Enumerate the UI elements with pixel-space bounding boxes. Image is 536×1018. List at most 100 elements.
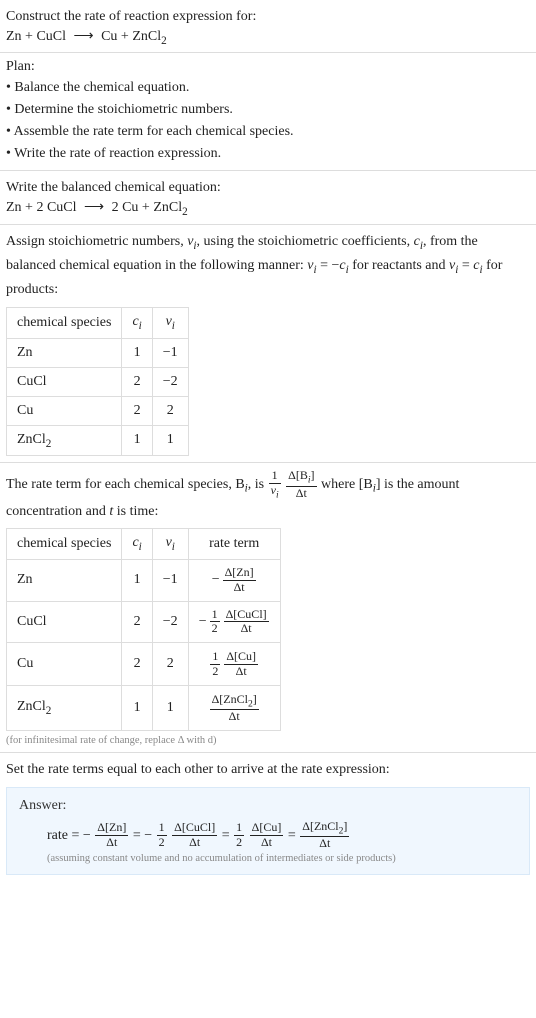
subscript: 2 xyxy=(46,705,52,717)
balanced-lhs: Zn + 2 CuCl xyxy=(6,200,77,215)
assign-paragraph: Assign stoichiometric numbers, νi, using… xyxy=(6,231,530,301)
section-plan: Plan: • Balance the chemical equation. •… xyxy=(0,53,536,171)
cell-nu: 1 xyxy=(152,685,188,730)
fraction: 1 2 xyxy=(156,821,168,850)
rate-paragraph: The rate term for each chemical species,… xyxy=(6,469,530,522)
subscript: 2 xyxy=(161,34,167,46)
section-stoich: Assign stoichiometric numbers, νi, using… xyxy=(0,225,536,464)
cell-species: ZnCl2 xyxy=(7,685,122,730)
subscript: i xyxy=(172,320,175,332)
sign: − xyxy=(144,828,152,843)
fraction: Δ[Cu] Δt xyxy=(223,650,259,679)
fraction: Δ[Bi] Δt xyxy=(285,469,317,500)
plan-item: • Write the rate of reaction expression. xyxy=(6,143,530,165)
text: ] xyxy=(253,692,257,706)
text: The rate term for each chemical species,… xyxy=(6,477,245,492)
frac-den: Δt xyxy=(286,487,316,501)
plan-item-text: Write the rate of reaction expression. xyxy=(14,146,221,161)
cell-nu: −1 xyxy=(152,338,188,367)
table-row: Zn 1 −1 − Δ[Zn] Δt xyxy=(7,560,281,602)
col-rate-term: rate term xyxy=(188,529,280,560)
plan-item: • Assemble the rate term for each chemic… xyxy=(6,121,530,143)
fraction: Δ[CuCl] Δt xyxy=(171,821,218,850)
fraction: 1 νi xyxy=(268,469,282,500)
balanced-rhs-text: 2 Cu + ZnCl xyxy=(112,200,183,215)
answer-box: Answer: rate = − Δ[Zn] Δt = − 1 2 Δ[CuCl… xyxy=(6,787,530,875)
section-final: Set the rate terms equal to each other t… xyxy=(0,753,536,881)
plan-item: • Determine the stoichiometric numbers. xyxy=(6,99,530,121)
cell-c: 1 xyxy=(122,425,152,456)
cell-c: 2 xyxy=(122,367,152,396)
frac-num: Δ[Cu] xyxy=(224,650,258,665)
frac-num: Δ[Bi] xyxy=(286,469,316,486)
infinitesimal-note: (for infinitesimal rate of change, repla… xyxy=(6,735,530,746)
frac-den: Δt xyxy=(300,837,349,851)
balanced-rhs: 2 Cu + ZnCl2 xyxy=(112,200,188,215)
frac-den: Δt xyxy=(210,710,259,724)
frac-num: 1 xyxy=(269,469,281,484)
unbalanced-rhs: Cu + ZnCl2 xyxy=(101,29,167,44)
frac-num: 1 xyxy=(210,650,220,665)
table-header-row: chemical species ci νi xyxy=(7,307,189,338)
rate-table: chemical species ci νi rate term Zn 1 −1… xyxy=(6,528,281,731)
cell-c: 2 xyxy=(122,643,152,686)
plan-title: Plan: xyxy=(6,59,530,75)
frac-den: Δt xyxy=(224,665,258,679)
cell-species: Cu xyxy=(7,643,122,686)
sign: − xyxy=(212,572,220,588)
cell-c: 1 xyxy=(122,338,152,367)
text: is time: xyxy=(113,504,158,519)
text: for reactants and xyxy=(349,258,449,273)
frac-den: Δt xyxy=(250,836,284,850)
frac-den: 2 xyxy=(234,836,244,850)
fraction: 1 2 xyxy=(209,650,221,679)
table-row: Zn 1 −1 xyxy=(7,338,189,367)
frac-num: Δ[Zn] xyxy=(95,821,128,836)
cell-c: 2 xyxy=(122,601,152,643)
subscript: 2 xyxy=(182,206,188,218)
cell-rate-term: Δ[ZnCl2] Δt xyxy=(188,685,280,730)
table-row: ZnCl2 1 1 xyxy=(7,425,189,456)
frac-den: Δt xyxy=(95,836,128,850)
fraction: Δ[ZnCl2] Δt xyxy=(299,820,350,851)
cell-species: CuCl xyxy=(7,367,122,396)
subscript: i xyxy=(139,541,142,553)
rate-term: 1 2 Δ[Cu] Δt xyxy=(209,650,259,679)
cell-species: Cu xyxy=(7,396,122,425)
unbalanced-lhs: Zn + CuCl xyxy=(6,29,66,44)
fraction: 1 2 xyxy=(233,821,245,850)
answer-title: Answer: xyxy=(19,798,517,814)
cell-nu: 2 xyxy=(152,643,188,686)
arrow-icon: ⟶ xyxy=(80,200,108,215)
text: Δ[ZnCl xyxy=(302,819,338,833)
subscript: 2 xyxy=(46,437,52,449)
cell-rate-term: 1 2 Δ[Cu] Δt xyxy=(188,643,280,686)
frac-den: 2 xyxy=(210,665,220,679)
text: rate = − xyxy=(47,828,91,843)
col-nu: νi xyxy=(152,307,188,338)
rate-term: − Δ[Zn] Δt xyxy=(212,566,257,595)
sign: − xyxy=(199,614,207,630)
text: ] xyxy=(311,468,315,482)
unbalanced-equation: Zn + CuCl ⟶ Cu + ZnCl2 xyxy=(6,28,530,47)
frac-den: 2 xyxy=(210,622,220,636)
table-header-row: chemical species ci νi rate term xyxy=(7,529,281,560)
frac-den: Δt xyxy=(223,581,256,595)
text: ] xyxy=(343,819,347,833)
text: , is xyxy=(248,477,268,492)
table-row: ZnCl2 1 1 Δ[ZnCl2] Δt xyxy=(7,685,281,730)
cell-species: Zn xyxy=(7,560,122,602)
frac-num: Δ[Zn] xyxy=(223,566,256,581)
text: = − xyxy=(317,258,340,273)
frac-den: Δt xyxy=(172,836,217,850)
cell-nu: −1 xyxy=(152,560,188,602)
frac-num: Δ[ZnCl2] xyxy=(300,820,349,837)
cell-species: ZnCl2 xyxy=(7,425,122,456)
fraction: Δ[ZnCl2] Δt xyxy=(209,693,260,724)
text: Δ[B xyxy=(288,468,308,482)
equals: = xyxy=(222,828,233,843)
equals: = xyxy=(133,828,144,843)
answer-note: (assuming constant volume and no accumul… xyxy=(19,853,517,864)
cell-rate-term: − 1 2 Δ[CuCl] Δt xyxy=(188,601,280,643)
rate-term: − 1 2 Δ[CuCl] Δt xyxy=(199,608,270,637)
